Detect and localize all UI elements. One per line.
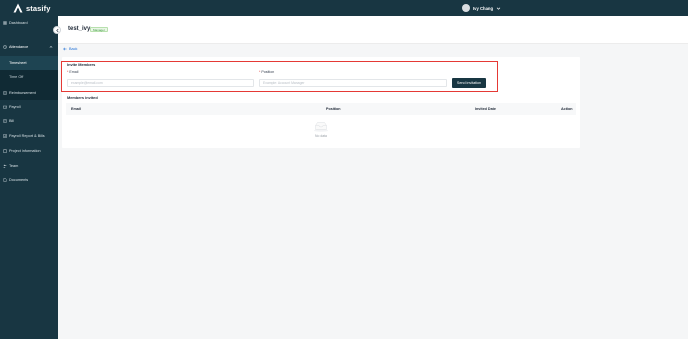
sidebar-item-payroll-report-bills[interactable]: Payroll Report & Bills — [0, 129, 58, 143]
sidebar-subitem-time-off[interactable]: Time Off — [0, 70, 58, 84]
email-label-text: Email — [69, 70, 79, 74]
dashboard-icon — [3, 21, 7, 25]
clock-icon — [3, 45, 7, 49]
empty-state-text: No data — [315, 134, 327, 138]
page-title: test_ivy — [68, 26, 91, 32]
members-invited-title: Members invited — [67, 95, 98, 100]
page-header — [58, 16, 688, 44]
sidebar-subitem-label: Timesheet — [9, 61, 27, 65]
members-table-header — [66, 103, 576, 115]
top-bar: stasify Ivy Chang — [0, 0, 688, 16]
team-icon — [3, 164, 7, 168]
sidebar-item-label: Payroll Report & Bills — [9, 134, 45, 138]
chevron-left-icon — [55, 28, 58, 32]
user-menu[interactable]: Ivy Chang — [462, 4, 501, 12]
brand-logo[interactable]: stasify — [13, 3, 50, 13]
bill-icon — [3, 119, 7, 123]
back-link[interactable]: Back — [63, 47, 77, 51]
wallet-icon — [3, 105, 7, 109]
column-header-email: Email — [71, 107, 81, 111]
brand-name: stasify — [26, 3, 51, 13]
position-label-text: Position — [261, 70, 275, 74]
report-icon — [3, 134, 7, 138]
invite-members-highlight — [61, 61, 498, 92]
sidebar-item-label: Bill — [9, 119, 15, 123]
status-badge: Manager — [90, 27, 108, 32]
sidebar-item-label: Documents — [9, 178, 29, 182]
sidebar-item-label: Reimbursement — [9, 91, 36, 95]
sidebar-item-documents[interactable]: Documents — [0, 173, 58, 187]
arrow-left-icon — [63, 47, 67, 51]
chevron-down-icon — [496, 7, 501, 10]
column-header-position: Position — [326, 107, 341, 111]
logo-icon — [13, 3, 23, 13]
sidebar-subitem-label: Time Off — [9, 75, 24, 79]
sidebar: Dashboard Attendance Timesheet Time Off … — [0, 16, 58, 339]
sidebar-collapse-button[interactable] — [53, 26, 61, 34]
column-header-invited-date: Invited Date — [475, 107, 496, 111]
sidebar-item-bill[interactable]: Bill — [0, 114, 58, 128]
back-label: Back — [69, 47, 78, 51]
sidebar-item-team[interactable]: Team — [0, 159, 58, 173]
email-field[interactable] — [67, 79, 254, 87]
position-label: *Position — [259, 70, 274, 74]
empty-inbox-icon — [314, 122, 328, 132]
email-label: *Email — [67, 70, 78, 74]
sidebar-item-project-information[interactable]: Project information — [0, 144, 58, 158]
avatar — [462, 4, 470, 12]
sidebar-item-label: Payroll — [9, 105, 21, 109]
invite-members-title: Invite Members — [67, 62, 96, 67]
sidebar-item-label: Attendance — [9, 45, 29, 49]
position-field[interactable] — [259, 79, 447, 87]
sidebar-item-label: Project information — [9, 149, 41, 153]
sidebar-subitem-timesheet[interactable]: Timesheet — [0, 56, 58, 70]
documents-icon — [3, 178, 7, 182]
sidebar-item-payroll[interactable]: Payroll — [0, 100, 58, 114]
user-name: Ivy Chang — [473, 5, 494, 11]
chevron-up-icon — [49, 46, 53, 48]
sidebar-item-label: Dashboard — [9, 21, 28, 25]
column-header-action: Action — [561, 107, 573, 111]
sidebar-item-reimbursement[interactable]: Reimbursement — [0, 86, 58, 100]
project-icon — [3, 149, 7, 153]
receipt-icon — [3, 91, 7, 95]
sidebar-item-attendance[interactable]: Attendance — [0, 40, 58, 54]
send-invitation-button[interactable]: Send invitation — [452, 78, 486, 88]
sidebar-item-label: Team — [9, 164, 19, 168]
sidebar-item-dashboard[interactable]: Dashboard — [0, 16, 58, 30]
